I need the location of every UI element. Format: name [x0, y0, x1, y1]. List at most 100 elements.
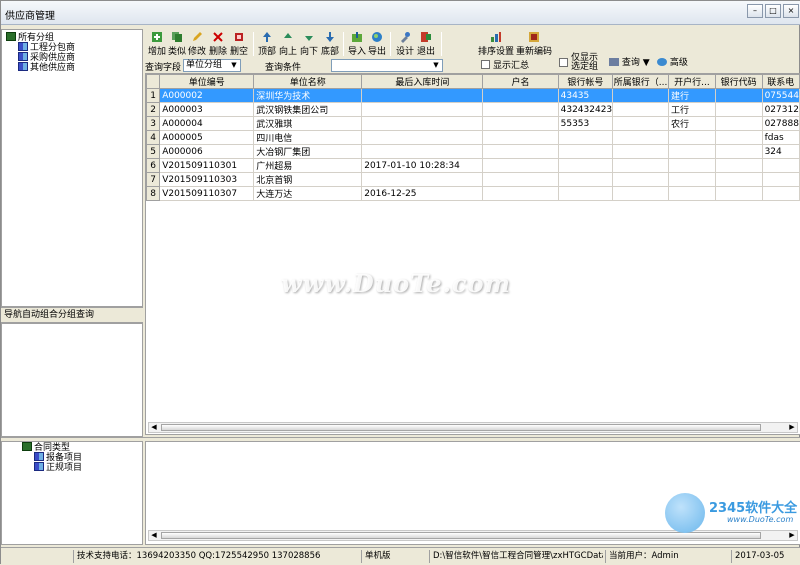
cell-phone[interactable]: 075544: [761, 88, 800, 103]
cell-account[interactable]: 55353: [557, 116, 614, 131]
cell-bank-code[interactable]: [714, 172, 763, 187]
cell-code[interactable]: V201509110303: [159, 172, 255, 187]
scroll-left-icon[interactable]: ◀: [149, 423, 159, 432]
tree-node-child[interactable]: 工程分包商: [6, 42, 75, 53]
cell-branch[interactable]: [668, 172, 716, 187]
design-button[interactable]: 设计: [395, 29, 415, 59]
column-header[interactable]: 联系电: [761, 74, 800, 89]
cell-bank[interactable]: [612, 130, 670, 145]
maximize-button[interactable]: □: [765, 4, 781, 18]
tree-node-child[interactable]: 报备项目: [22, 452, 82, 463]
renumber-button[interactable]: 重新编码: [516, 29, 552, 59]
delete-button[interactable]: 删除: [208, 29, 228, 59]
table-row[interactable]: 7 V201509110303 北京首钢: [146, 172, 800, 187]
cell-bank-code[interactable]: [714, 102, 763, 117]
cell-bank-code[interactable]: [714, 144, 763, 159]
cell-branch[interactable]: [668, 186, 716, 201]
column-header[interactable]: 银行代码: [714, 74, 763, 89]
move-up-button[interactable]: 向上: [278, 29, 298, 59]
row-number[interactable]: 8: [146, 186, 161, 201]
cell-branch[interactable]: [668, 144, 716, 159]
column-header[interactable]: 开户行...: [668, 74, 716, 89]
cell-code[interactable]: V201509110307: [159, 186, 255, 201]
cell-account[interactable]: 432432423: [557, 102, 614, 117]
table-row[interactable]: 5 A000006 大冶钢厂集团 324: [146, 144, 800, 159]
cell-name[interactable]: 北京首钢: [253, 172, 363, 187]
scroll-left-icon[interactable]: ◀: [149, 531, 159, 540]
cell-account[interactable]: 43435: [557, 88, 614, 103]
cell-branch[interactable]: 农行: [668, 116, 716, 131]
cell-account-name[interactable]: [482, 130, 559, 145]
table-row[interactable]: 8 V201509110307 大连万达 2016-12-25: [146, 186, 800, 201]
cell-name[interactable]: 武汉雅琪: [253, 116, 363, 131]
cell-account[interactable]: [557, 130, 614, 145]
cell-code[interactable]: A000003: [159, 102, 255, 117]
cell-time[interactable]: [361, 144, 484, 159]
row-number[interactable]: 4: [146, 130, 161, 145]
cell-account[interactable]: [557, 186, 614, 201]
cell-time[interactable]: [361, 88, 484, 103]
edit-button[interactable]: 修改: [187, 29, 207, 59]
minimize-button[interactable]: –: [747, 4, 763, 18]
move-down-button[interactable]: 向下: [299, 29, 319, 59]
cell-code[interactable]: A000005: [159, 130, 255, 145]
cell-bank-code[interactable]: [714, 158, 763, 173]
cell-name[interactable]: 武汉钢铁集团公司: [253, 102, 363, 117]
exit-button[interactable]: 退出: [416, 29, 436, 59]
cell-account[interactable]: [557, 144, 614, 159]
column-header[interactable]: 最后入库时间: [361, 74, 484, 89]
cell-phone[interactable]: [761, 186, 800, 201]
row-number[interactable]: 6: [146, 158, 161, 173]
cell-branch[interactable]: [668, 130, 716, 145]
cell-account-name[interactable]: [482, 186, 559, 201]
cell-name[interactable]: 深圳华为技术: [253, 88, 363, 103]
cell-time[interactable]: 2017-01-10 10:28:34: [361, 158, 484, 173]
column-header[interactable]: 所属银行（...: [612, 74, 670, 89]
horizontal-scrollbar[interactable]: ◀ ▶: [148, 422, 798, 433]
export-button[interactable]: 导出: [367, 29, 387, 59]
row-number[interactable]: 7: [146, 172, 161, 187]
import-button[interactable]: 导入: [347, 29, 367, 59]
row-number[interactable]: 1: [146, 88, 161, 103]
cell-phone[interactable]: [761, 172, 800, 187]
scroll-right-icon[interactable]: ▶: [787, 423, 797, 432]
column-header[interactable]: 户名: [482, 74, 559, 89]
cell-account-name[interactable]: [482, 144, 559, 159]
row-number[interactable]: 5: [146, 144, 161, 159]
tree-node-root[interactable]: 合同类型: [22, 442, 82, 453]
cell-account-name[interactable]: [482, 88, 559, 103]
tree-node-child[interactable]: 其他供应商: [6, 62, 75, 73]
cell-branch[interactable]: [668, 158, 716, 173]
table-row[interactable]: 4 A000005 四川电信 fdas: [146, 130, 800, 145]
cell-branch[interactable]: 工行: [668, 102, 716, 117]
cell-bank-code[interactable]: [714, 186, 763, 201]
cell-time[interactable]: [361, 172, 484, 187]
cell-time[interactable]: [361, 116, 484, 131]
move-top-button[interactable]: 顶部: [257, 29, 277, 59]
cell-time[interactable]: [361, 102, 484, 117]
cell-bank-code[interactable]: [714, 88, 763, 103]
sort-settings-button[interactable]: 排序设置: [478, 29, 514, 59]
cell-code[interactable]: A000004: [159, 116, 255, 131]
cell-bank-code[interactable]: [714, 130, 763, 145]
row-number[interactable]: 2: [146, 102, 161, 117]
cell-account[interactable]: [557, 158, 614, 173]
query-condition-select[interactable]: ▼: [331, 59, 443, 72]
cell-name[interactable]: 大连万达: [253, 186, 363, 201]
cell-bank[interactable]: [612, 144, 670, 159]
tree-node-root[interactable]: 所有分组: [6, 32, 75, 43]
scrollbar-thumb[interactable]: [161, 424, 761, 431]
cell-bank[interactable]: [612, 102, 670, 117]
query-field-select[interactable]: 单位分组 ▼: [183, 59, 241, 72]
close-button[interactable]: ×: [783, 4, 799, 18]
column-header[interactable]: 单位名称: [253, 74, 363, 89]
table-row[interactable]: 1 A000002 深圳华为技术 43435 建行 075544: [146, 88, 800, 103]
cell-bank[interactable]: [612, 158, 670, 173]
cell-name[interactable]: 四川电信: [253, 130, 363, 145]
cell-phone[interactable]: [761, 158, 800, 173]
cell-phone[interactable]: fdas: [761, 130, 800, 145]
table-row[interactable]: 3 A000004 武汉雅琪 55353 农行 027888: [146, 116, 800, 131]
similar-button[interactable]: 类似: [167, 29, 187, 59]
column-header[interactable]: 单位编号: [159, 74, 255, 89]
cell-branch[interactable]: 建行: [668, 88, 716, 103]
